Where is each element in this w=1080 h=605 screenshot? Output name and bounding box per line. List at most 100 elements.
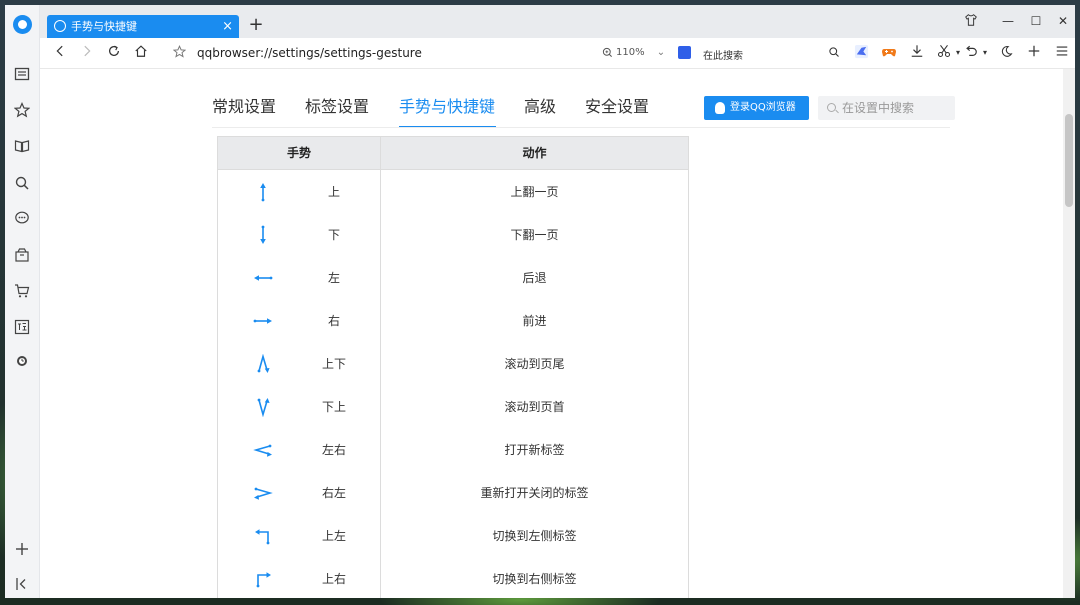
gesture-action: 后退 <box>522 271 547 285</box>
address-search-input[interactable]: 在此搜索 <box>703 47 743 62</box>
tab-bar: 手势与快捷键 × + — ☐ ✕ <box>40 5 1075 38</box>
table-row: 右 前进 <box>218 300 688 343</box>
table-row: 下 下翻一页 <box>218 214 688 257</box>
gesture-action: 下翻一页 <box>510 228 559 242</box>
tab-gesture-shortcuts[interactable]: 手势与快捷键 <box>399 93 495 117</box>
reading-book-icon[interactable] <box>13 137 31 155</box>
up-down-icon <box>257 354 270 373</box>
refresh-button[interactable] <box>105 44 123 62</box>
undo-dropdown-icon[interactable]: ▾ <box>976 44 994 62</box>
forward-button[interactable] <box>78 44 96 62</box>
gesture-name: 右 <box>327 314 340 328</box>
tab-advanced[interactable]: 高级 <box>524 93 556 117</box>
search-engine-selector[interactable] <box>676 44 696 62</box>
minimize-button[interactable]: — <box>998 13 1018 29</box>
zoom-level[interactable]: 110% <box>616 47 645 58</box>
table-row: 左右 打开新标签 <box>218 429 688 472</box>
arrow-left-icon <box>254 275 273 281</box>
chat-icon[interactable] <box>13 209 31 227</box>
arrow-down-icon <box>260 225 266 244</box>
tab-tab-settings[interactable]: 标签设置 <box>305 93 369 117</box>
favorite-star-icon[interactable] <box>170 44 188 62</box>
login-qq-browser-button[interactable]: 登录QQ浏览器 <box>704 96 809 120</box>
gesture-action: 滚动到页尾 <box>504 357 565 371</box>
gesture-name: 上下 <box>321 357 346 371</box>
up-right-icon <box>256 572 271 588</box>
tab-gesture-settings[interactable]: 手势与快捷键 × <box>47 15 239 38</box>
left-right-icon <box>253 444 272 457</box>
gesture-name: 左 <box>327 271 340 285</box>
translate-icon[interactable] <box>13 318 31 336</box>
gesture-name: 右左 <box>321 486 346 500</box>
new-tab-button[interactable]: + <box>246 15 266 35</box>
gesture-action: 切换到左侧标签 <box>492 529 577 543</box>
zoom-dropdown-chevron-icon[interactable]: ⌄ <box>652 44 670 62</box>
down-up-icon <box>257 398 270 417</box>
gesture-name: 上 <box>327 185 340 199</box>
night-mode-moon-icon[interactable] <box>997 44 1015 62</box>
gesture-action: 重新打开关闭的标签 <box>480 486 589 500</box>
arrow-up-icon <box>260 183 266 202</box>
file-box-icon[interactable] <box>13 246 31 264</box>
settings-favicon-icon <box>54 20 66 32</box>
bookmark-star-icon[interactable] <box>13 101 31 119</box>
tab-close-button[interactable]: × <box>222 15 233 38</box>
shopping-cart-icon[interactable] <box>13 282 31 300</box>
zoom-icon <box>601 44 613 62</box>
qq-browser-logo-icon[interactable] <box>13 15 32 34</box>
address-toolbar: qqbrowser://settings/settings-gesture 11… <box>40 38 1075 69</box>
skin-shirt-icon[interactable] <box>961 13 981 29</box>
search-icon <box>827 103 836 112</box>
tab-title: 手势与快捷键 <box>71 20 137 33</box>
add-button-icon[interactable] <box>1025 44 1043 62</box>
table-row: 上右 切换到右侧标签 <box>218 558 688 598</box>
up-left-icon <box>255 529 270 545</box>
gesture-action: 打开新标签 <box>504 443 565 457</box>
search-icon[interactable] <box>13 174 31 192</box>
tab-general-settings[interactable]: 常规设置 <box>212 93 276 117</box>
url-field[interactable]: qqbrowser://settings/settings-gesture <box>197 46 422 60</box>
tab-security-settings[interactable]: 安全设置 <box>585 93 649 117</box>
download-icon[interactable] <box>908 44 926 62</box>
gesture-name: 下 <box>327 228 340 242</box>
scrollbar-thumb[interactable] <box>1065 114 1073 207</box>
home-button[interactable] <box>132 44 150 62</box>
table-row: 下上 滚动到页首 <box>218 386 688 429</box>
login-button-label: 登录QQ浏览器 <box>730 102 796 113</box>
table-header: 手势 动作 <box>218 137 688 170</box>
gesture-action: 上翻一页 <box>510 185 559 199</box>
settings-search-placeholder: 在设置中搜索 <box>842 101 915 115</box>
settings-page: 常规设置 标签设置 手势与快捷键 高级 安全设置 登录QQ浏览器 在设置中搜索 … <box>40 69 1063 598</box>
table-row: 右左 重新打开关闭的标签 <box>218 472 688 515</box>
address-search-icon[interactable] <box>825 44 843 62</box>
add-app-icon[interactable] <box>13 540 31 558</box>
clock-app-icon[interactable] <box>13 352 31 370</box>
back-button[interactable] <box>51 44 69 62</box>
right-left-icon <box>254 487 273 500</box>
browser-window: 手势与快捷键 × + — ☐ ✕ qqbrowser://settings/se… <box>5 5 1075 598</box>
header-gesture: 手势 <box>286 146 311 160</box>
table-row: 上左 切换到左侧标签 <box>218 515 688 558</box>
collapse-sidebar-icon[interactable] <box>13 575 31 593</box>
gesture-action: 前进 <box>522 314 547 328</box>
gesture-name: 上左 <box>321 529 346 543</box>
game-controller-icon[interactable] <box>880 44 898 62</box>
maximize-button[interactable]: ☐ <box>1026 13 1046 29</box>
gesture-name: 下上 <box>321 400 346 414</box>
gesture-action: 切换到右侧标签 <box>492 572 577 586</box>
header-action: 动作 <box>522 146 547 160</box>
gesture-action: 滚动到页首 <box>504 400 565 414</box>
gesture-table: 手势 动作 上 上翻一页 下 下翻一页 左 后退 右 前进 上下 滚动到页尾 下… <box>217 136 689 598</box>
bird-extension-icon[interactable] <box>852 44 870 62</box>
settings-search-input[interactable]: 在设置中搜索 <box>818 96 955 120</box>
table-row: 上 上翻一页 <box>218 171 688 214</box>
table-row: 上下 滚动到页尾 <box>218 343 688 386</box>
arrow-right-icon <box>253 318 272 324</box>
news-icon[interactable] <box>13 65 31 83</box>
main-menu-icon[interactable] <box>1053 44 1071 62</box>
close-window-button[interactable]: ✕ <box>1053 13 1073 29</box>
table-row: 左 后退 <box>218 257 688 300</box>
page-scrollbar[interactable] <box>1063 69 1075 598</box>
gesture-name: 上右 <box>321 572 346 586</box>
baidu-paw-icon <box>678 46 691 59</box>
